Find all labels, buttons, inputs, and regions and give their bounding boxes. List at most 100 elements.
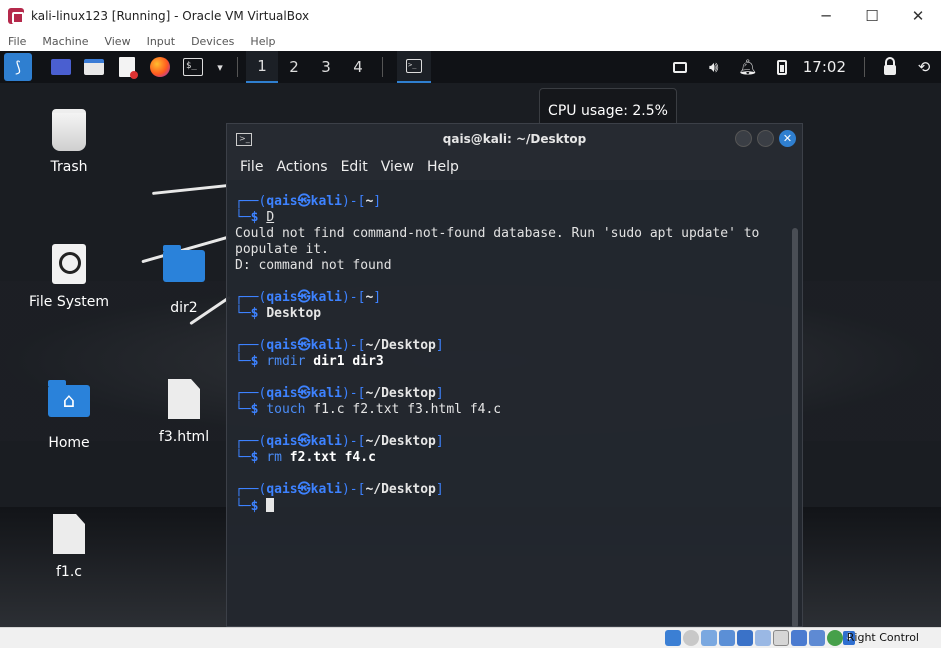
prompt-line: ┌──(qais㉿kali)-[~/Desktop] <box>235 386 444 401</box>
file-icon <box>47 514 91 558</box>
command-args: f1.c f2.txt f3.html f4.c <box>313 402 502 417</box>
virtualbox-logo-icon <box>8 7 24 24</box>
display-icon[interactable] <box>663 51 697 83</box>
file-icon <box>162 379 206 423</box>
terminal-window[interactable]: >_ qais@kali: ~/Desktop ✕ File Actions E… <box>226 123 803 627</box>
desktop-icon-label: Home <box>48 435 90 451</box>
desktop-icon-label: File System <box>28 294 110 310</box>
menu-file[interactable]: File <box>8 35 26 48</box>
desktop-icon-trash[interactable]: Trash <box>24 109 114 175</box>
home-folder-icon <box>47 380 91 429</box>
desktop-icon-file-system[interactable]: File System <box>24 244 114 310</box>
audio-status-icon[interactable] <box>701 630 717 646</box>
host-key-label: Right Control <box>846 631 919 644</box>
command-line: └─$ D <box>235 210 275 225</box>
prompt-line: ┌──(qais㉿kali)-[~/Desktop] <box>235 482 444 497</box>
top-panel: ⟆ $_ ▾ 1 2 3 4 >_ 🔊︎ 🔔︎ 17:02 ⟲ <box>0 51 941 83</box>
command-text: Desktop <box>266 306 322 321</box>
guest-additions-status-icon[interactable] <box>827 630 843 646</box>
host-title-bar: kali-linux123 [Running] - Oracle VM Virt… <box>0 0 941 31</box>
menu-help[interactable]: Help <box>250 35 275 48</box>
terminal-menu-edit[interactable]: Edit <box>341 159 368 175</box>
desktop-icon-home[interactable]: Home <box>24 379 114 451</box>
terminal-icon[interactable]: $_ <box>178 53 208 81</box>
output-line: D: command not found <box>235 258 392 273</box>
menu-machine[interactable]: Machine <box>42 35 88 48</box>
power-icon[interactable]: ⟲ <box>907 51 941 83</box>
network-status-icon[interactable] <box>719 630 735 646</box>
desktop-icon-label: f3.html <box>158 429 210 445</box>
terminal-menu-file[interactable]: File <box>240 159 263 175</box>
terminal-menu-view[interactable]: View <box>381 159 414 175</box>
workspace-1[interactable]: 1 <box>246 51 278 83</box>
hard-disk-status-icon[interactable] <box>665 630 681 646</box>
menu-input[interactable]: Input <box>147 35 175 48</box>
lock-icon[interactable] <box>873 51 907 83</box>
shared-folders-status-icon[interactable] <box>755 630 771 646</box>
workspace-4[interactable]: 4 <box>342 51 374 83</box>
desktop-icon-label: dir2 <box>170 300 198 316</box>
host-window-title: kali-linux123 [Running] - Oracle VM Virt… <box>31 8 310 23</box>
desktop-icon-dir2[interactable]: dir2 <box>139 244 229 316</box>
workspace-2[interactable]: 2 <box>278 51 310 83</box>
maximize-button[interactable]: ☐ <box>849 0 895 31</box>
panel-clock[interactable]: 17:02 <box>803 58 846 76</box>
command-args: f2.txt f4.c <box>289 450 376 465</box>
usb-status-icon[interactable] <box>737 630 753 646</box>
folder-icon <box>162 245 206 294</box>
menu-view[interactable]: View <box>104 35 130 48</box>
trash-icon <box>47 109 91 153</box>
prompt-line: ┌──(qais㉿kali)-[~] <box>235 290 382 305</box>
desktop-icon-f3-html[interactable]: f3.html <box>139 379 229 445</box>
host-menu-bar: File Machine View Input Devices Help <box>0 31 941 51</box>
battery-icon[interactable] <box>765 51 799 83</box>
wallpaper-dragon-stroke <box>152 184 228 195</box>
terminal-scrollbar[interactable] <box>792 228 798 627</box>
terminal-close-button[interactable]: ✕ <box>779 130 796 147</box>
display-status-icon[interactable] <box>773 630 789 646</box>
text-editor-icon[interactable] <box>112 53 142 81</box>
prompt-line: ┌──(qais㉿kali)-[~/Desktop] <box>235 338 444 353</box>
file-manager-icon[interactable] <box>79 53 109 81</box>
prompt-line: ┌──(qais㉿kali)-[~/Desktop] <box>235 434 444 449</box>
terminal-title: qais@kali: ~/Desktop <box>442 132 587 146</box>
volume-icon[interactable]: 🔊︎ <box>697 51 731 83</box>
optical-drive-status-icon[interactable] <box>683 630 699 646</box>
command-name: touch <box>266 402 306 417</box>
terminal-title-bar[interactable]: >_ qais@kali: ~/Desktop ✕ <box>227 124 802 154</box>
desktop-icon-f1-c[interactable]: f1.c <box>24 514 114 580</box>
drive-icon <box>47 244 91 288</box>
guest-display[interactable]: ⟆ $_ ▾ 1 2 3 4 >_ 🔊︎ 🔔︎ 17:02 ⟲ CPU usag… <box>0 51 941 627</box>
desktop-icon-label: Trash <box>50 159 88 175</box>
command-line: └─$ rmdir dir1 dir3 <box>235 354 384 369</box>
terminal-output[interactable]: ┌──(qais㉿kali)-[~] └─$ D Could not find … <box>227 180 788 626</box>
command-line: └─$ Desktop <box>235 306 322 321</box>
virtualization-status-icon[interactable] <box>809 630 825 646</box>
chevron-down-icon[interactable]: ▾ <box>211 53 229 81</box>
command-text: D <box>266 210 275 225</box>
host-status-bar: ⬇ Right Control <box>0 627 941 648</box>
output-line: populate it. <box>235 242 329 257</box>
terminal-menu-bar: File Actions Edit View Help <box>227 154 802 180</box>
kali-menu-icon[interactable]: ⟆ <box>4 53 32 81</box>
command-line: └─$ rm f2.txt f4.c <box>235 450 376 465</box>
terminal-minimize-button[interactable] <box>735 130 752 147</box>
firefox-icon[interactable] <box>145 53 175 81</box>
prompt-line: ┌──(qais㉿kali)-[~] <box>235 194 382 209</box>
taskbar-terminal-button[interactable]: >_ <box>397 51 431 83</box>
show-desktop-icon[interactable] <box>46 53 76 81</box>
command-args: dir1 dir3 <box>313 354 384 369</box>
text-cursor <box>266 498 275 512</box>
command-line[interactable]: └─$ <box>235 498 780 514</box>
close-button[interactable]: ✕ <box>895 0 941 31</box>
minimize-button[interactable]: ─ <box>803 0 849 31</box>
terminal-menu-actions[interactable]: Actions <box>276 159 327 175</box>
workspace-3[interactable]: 3 <box>310 51 342 83</box>
command-name: rm <box>266 450 282 465</box>
terminal-maximize-button[interactable] <box>757 130 774 147</box>
menu-devices[interactable]: Devices <box>191 35 234 48</box>
notification-bell-icon[interactable]: 🔔︎ <box>731 51 765 83</box>
recording-status-icon[interactable] <box>791 630 807 646</box>
command-line: └─$ touch f1.c f2.txt f3.html f4.c <box>235 402 502 417</box>
terminal-menu-help[interactable]: Help <box>427 159 459 175</box>
